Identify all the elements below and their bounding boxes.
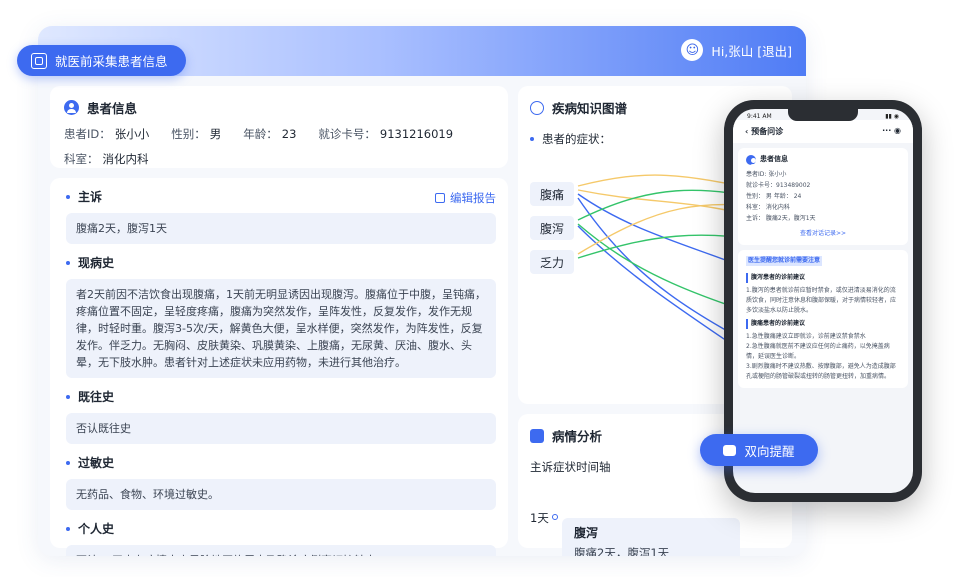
- symptom-chip[interactable]: 腹泻: [530, 216, 575, 240]
- age-label: 年龄：: [243, 127, 278, 141]
- advice-text: 2.急性腹痛就医前不建议应任何的止痛药，以免掩盖病情，延误医生诊断。: [746, 343, 890, 360]
- phone-notch: [788, 109, 858, 121]
- section-text: 否认14天内有疫情中高风险地区旅居史及确诊病例密切接触史: [66, 545, 496, 556]
- section-text: 否认既往史: [66, 413, 496, 444]
- two-way-remind-button[interactable]: 双向提醒: [700, 434, 818, 466]
- dept-value: 消化内科: [102, 152, 149, 166]
- section-title: 主诉: [66, 188, 496, 205]
- advice-text: 1.急性腹痛建议立即就诊，诊前建议禁食禁水: [746, 333, 866, 340]
- user-avatar: ☺: [681, 39, 704, 61]
- dept-label: 科室：: [64, 152, 99, 166]
- advice-subtitle: 腹痛患者的诊前建议: [746, 319, 900, 329]
- mobile-card-title: 患者信息: [760, 155, 788, 163]
- edit-report-button[interactable]: 编辑报告: [435, 190, 496, 206]
- section-text: 无药品、食物、环境过敏史。: [66, 479, 496, 510]
- remind-label: 双向提醒: [744, 443, 795, 459]
- user-menu[interactable]: ☺ Hi,张山 [退出]: [681, 39, 792, 61]
- id-label: 患者ID：: [64, 127, 111, 141]
- card-value: 9131216019: [379, 127, 454, 141]
- section-title: 既往史: [66, 388, 496, 405]
- main-panel: ☺ Hi,张山 [退出] 患者信息 患者ID： 张小小 性别：男 年龄： 23 就诊…: [38, 26, 806, 556]
- back-button[interactable]: ‹ 预备问诊: [745, 126, 783, 137]
- mobile-row: 患者ID: 张小小: [746, 171, 787, 178]
- section-text: 者2天前因不洁饮食出现腹痛，1天前无明显诱因出现腹泻。腹痛位于中腹，呈钝痛，疼痛…: [66, 279, 496, 378]
- patient-info-title: 患者信息: [87, 101, 138, 116]
- dept-row: 科室： 消化内科: [64, 151, 494, 167]
- person-icon: [64, 100, 79, 115]
- age-value: 23: [281, 127, 297, 141]
- person-icon: [746, 154, 758, 168]
- status-time: 9:41 AM: [747, 113, 772, 120]
- advice-text: 3.剧烈腹痛时不建议热敷、按摩腹部，避免人为造成腹部孔或梗阻的肠管破裂或扭转的肠…: [746, 363, 896, 380]
- section-title: 个人史: [66, 520, 496, 537]
- advice-subtitle: 腹泻患者的诊前建议: [746, 273, 900, 283]
- timeline-entry-text: 腹痛2天，腹泻1天: [574, 546, 670, 556]
- section-title: 过敏史: [66, 454, 496, 471]
- analysis-icon: [530, 428, 544, 443]
- section-text: 腹痛2天，腹泻1天: [66, 213, 496, 244]
- mobile-navbar: ‹ 预备问诊 ··· ◉: [733, 120, 913, 143]
- mobile-row: 就诊卡号：913489002: [746, 182, 811, 189]
- edit-report-label: 编辑报告: [450, 191, 496, 205]
- timeline-dot: [552, 514, 558, 520]
- signal-icon: ▮▮ ◉: [885, 113, 899, 120]
- advice-text: 1.腹泻的患者就诊前应暂时禁食，或仅进清淡易消化的流质饮食，同时注意休息和腹部保…: [746, 287, 897, 314]
- patient-info-row: 患者ID： 张小小 性别：男 年龄： 23 就诊卡号： 9131216019: [64, 126, 494, 142]
- gender-label: 性别：: [171, 127, 206, 141]
- timeline-entry-title: 腹泻: [574, 526, 599, 540]
- mobile-row: 科室： 消化内科: [746, 204, 790, 211]
- collect-icon: [31, 52, 47, 69]
- advice-heading: 医生提醒您就诊前需要注意: [746, 256, 823, 266]
- patient-info-card: 患者信息 患者ID： 张小小 性别：男 年龄： 23 就诊卡号： 9131216019…: [50, 86, 508, 168]
- timeline-entry: 腹泻 腹痛2天，腹泻1天: [562, 518, 740, 556]
- mobile-advice-card: 医生提醒您就诊前需要注意 腹泻患者的诊前建议 1.腹泻的患者就诊前应暂时禁食，或…: [738, 250, 908, 388]
- gender-value: 男: [209, 127, 222, 141]
- symptom-chip[interactable]: 腹痛: [530, 182, 575, 206]
- section-title: 现病史: [66, 254, 496, 271]
- edit-icon: [435, 193, 445, 203]
- chat-bubble-icon: [723, 444, 737, 456]
- symptom-chip[interactable]: 乏力: [530, 250, 575, 274]
- timeline-day: 1天: [530, 511, 549, 525]
- collect-info-pill[interactable]: 就医前采集患者信息: [17, 45, 186, 76]
- mobile-row: 主诉： 腹痛2天，腹泻1天: [746, 215, 816, 222]
- mobile-patient-card: 患者信息 患者ID: 张小小 就诊卡号：913489002 性别： 男 年龄： …: [738, 148, 908, 245]
- report-card: 编辑报告 主诉 腹痛2天，腹泻1天 现病史 者2天前因不洁饮食出现腹痛，1天前无…: [50, 178, 508, 556]
- card-label: 就诊卡号：: [318, 127, 376, 141]
- view-chat-link[interactable]: 查看对话记录>>: [746, 228, 900, 239]
- collect-info-label: 就医前采集患者信息: [55, 54, 168, 69]
- mobile-row: 性别： 男 年龄： 24: [746, 193, 802, 200]
- mobile-nav-title: 预备问诊: [751, 127, 784, 136]
- more-icon[interactable]: ··· ◉: [882, 126, 901, 137]
- analysis-title: 病情分析: [552, 429, 603, 444]
- user-greeting[interactable]: Hi,张山 [退出]: [711, 41, 792, 60]
- id-value: 张小小: [114, 127, 150, 141]
